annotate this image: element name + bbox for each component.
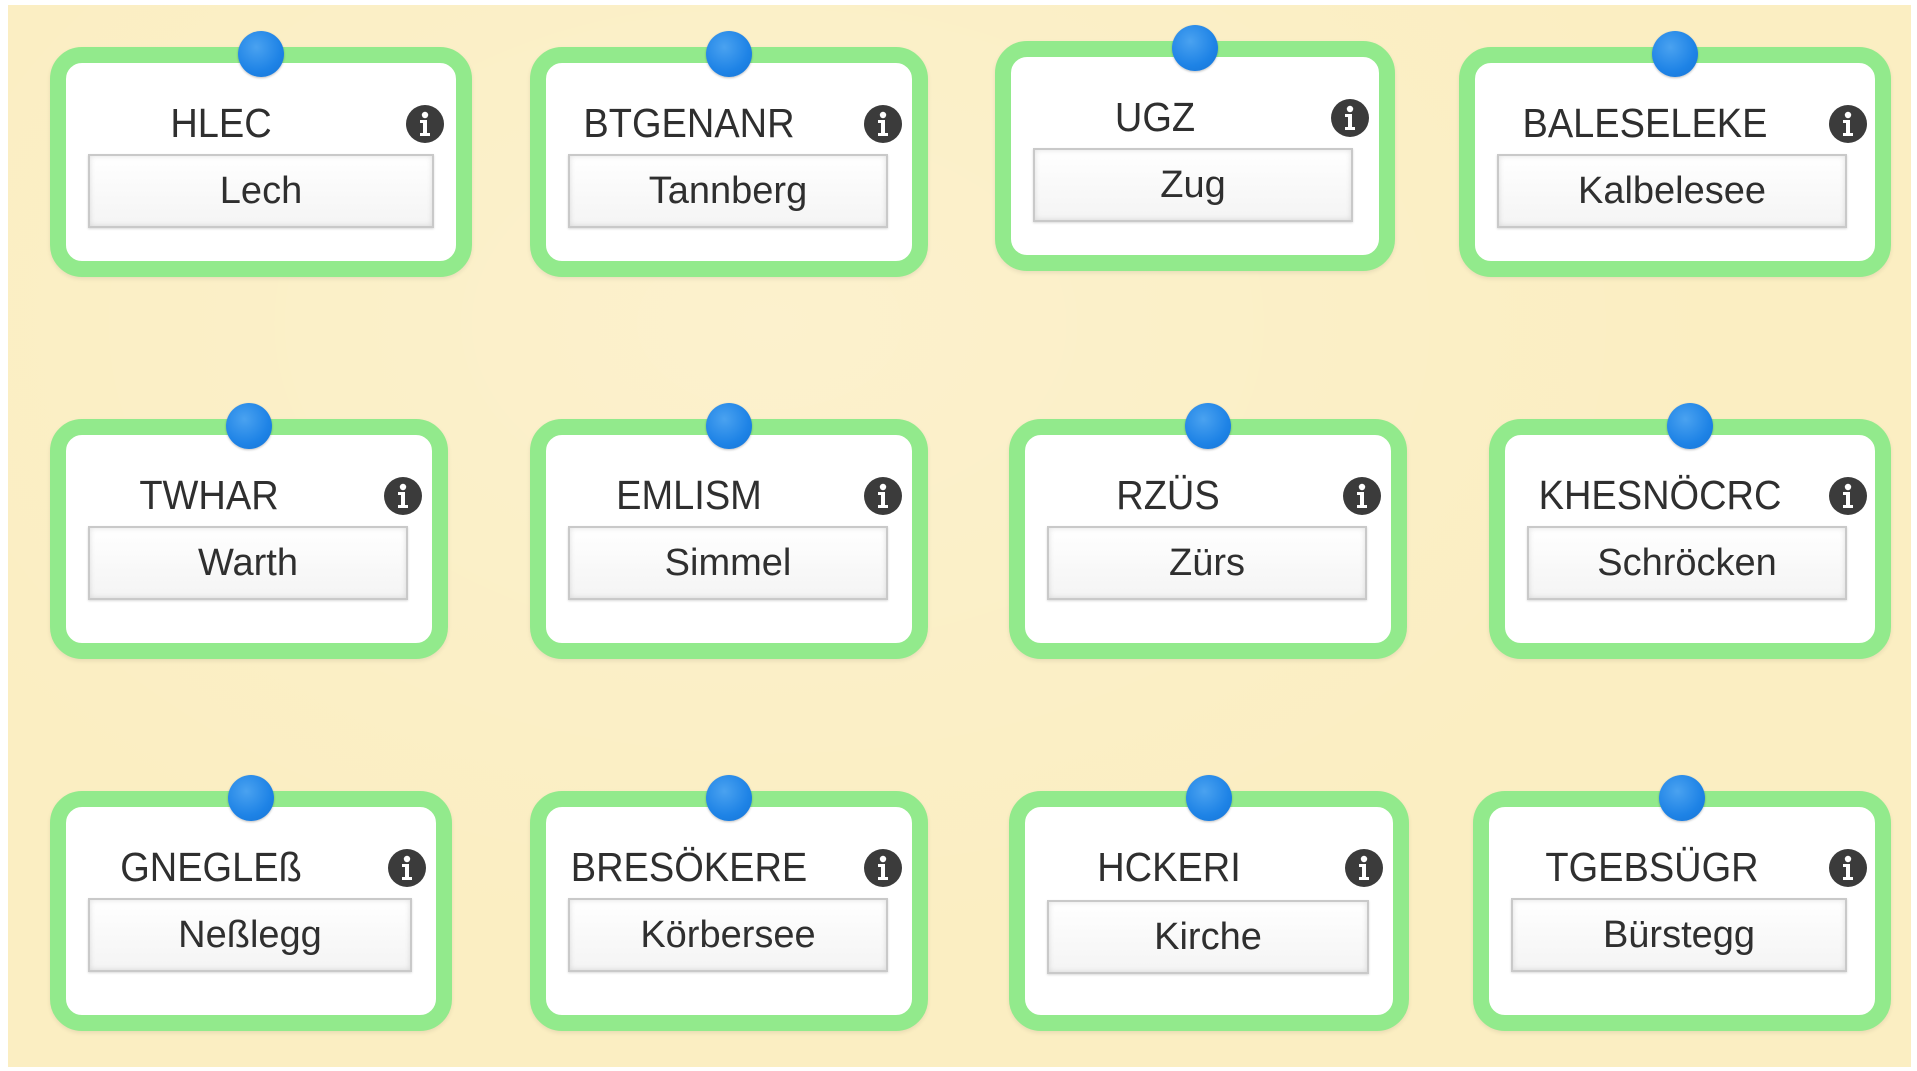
pin-icon	[706, 775, 752, 821]
word-card: UGZ Zug	[995, 25, 1395, 271]
pin-icon	[1185, 403, 1231, 449]
answer-field[interactable]: Schröcken	[1527, 526, 1847, 600]
scrambled-word: GNEGLEß	[120, 845, 302, 891]
pin-icon	[1172, 25, 1218, 71]
pin-icon	[238, 31, 284, 77]
scrambled-word: RZÜS	[1116, 473, 1220, 519]
answer-field[interactable]: Simmel	[568, 526, 888, 600]
info-icon[interactable]	[1343, 477, 1381, 515]
word-card: HLEC Lech	[50, 31, 472, 277]
scrambled-word: BTGENANR	[583, 101, 795, 147]
pin-icon	[226, 403, 272, 449]
info-icon[interactable]	[864, 105, 902, 143]
info-icon[interactable]	[1829, 849, 1867, 887]
word-card: BRESÖKERE Körbersee	[530, 775, 928, 1031]
pin-icon	[706, 31, 752, 77]
answer-field[interactable]: Tannberg	[568, 154, 888, 228]
scrambled-word: TWHAR	[139, 473, 279, 519]
answer-field[interactable]: Zürs	[1047, 526, 1367, 600]
pin-icon	[1652, 31, 1698, 77]
scrambled-word: EMLISM	[616, 473, 762, 519]
scrambled-word: BRESÖKERE	[570, 845, 808, 891]
scrambled-word: UGZ	[1114, 95, 1196, 141]
answer-field[interactable]: Lech	[88, 154, 434, 228]
scrambled-word: TGEBSÜGR	[1545, 845, 1759, 891]
scrambled-word: HCKERI	[1097, 845, 1241, 891]
answer-field[interactable]: Neßlegg	[88, 898, 412, 972]
word-card: BTGENANR Tannberg	[530, 31, 928, 277]
answer-field[interactable]: Kirche	[1047, 900, 1369, 974]
scrambled-word: KHESNÖCRC	[1538, 473, 1782, 519]
word-card: RZÜS Zürs	[1009, 403, 1407, 659]
pin-icon	[228, 775, 274, 821]
word-card: HCKERI Kirche	[1009, 775, 1409, 1031]
scrambled-word: BALESELEKE	[1522, 101, 1768, 147]
info-icon[interactable]	[1829, 105, 1867, 143]
answer-field[interactable]: Kalbelesee	[1497, 154, 1847, 228]
answer-field[interactable]: Warth	[88, 526, 408, 600]
info-icon[interactable]	[864, 849, 902, 887]
pin-icon	[706, 403, 752, 449]
word-card: BALESELEKE Kalbelesee	[1459, 31, 1891, 277]
pin-icon	[1186, 775, 1232, 821]
info-icon[interactable]	[1829, 477, 1867, 515]
info-icon[interactable]	[1331, 99, 1369, 137]
pin-icon	[1659, 775, 1705, 821]
puzzle-board: HLEC Lech BTGENANR Tannberg UGZ Zug BALE…	[8, 5, 1911, 1067]
pin-icon	[1667, 403, 1713, 449]
word-card: EMLISM Simmel	[530, 403, 928, 659]
scrambled-word: HLEC	[170, 101, 272, 147]
info-icon[interactable]	[1345, 849, 1383, 887]
answer-field[interactable]: Bürstegg	[1511, 898, 1847, 972]
info-icon[interactable]	[406, 105, 444, 143]
info-icon[interactable]	[384, 477, 422, 515]
word-card: TWHAR Warth	[50, 403, 448, 659]
answer-field[interactable]: Zug	[1033, 148, 1353, 222]
word-card: TGEBSÜGR Bürstegg	[1473, 775, 1891, 1031]
info-icon[interactable]	[864, 477, 902, 515]
word-card: KHESNÖCRC Schröcken	[1489, 403, 1891, 659]
info-icon[interactable]	[388, 849, 426, 887]
word-card: GNEGLEß Neßlegg	[50, 775, 452, 1031]
answer-field[interactable]: Körbersee	[568, 898, 888, 972]
